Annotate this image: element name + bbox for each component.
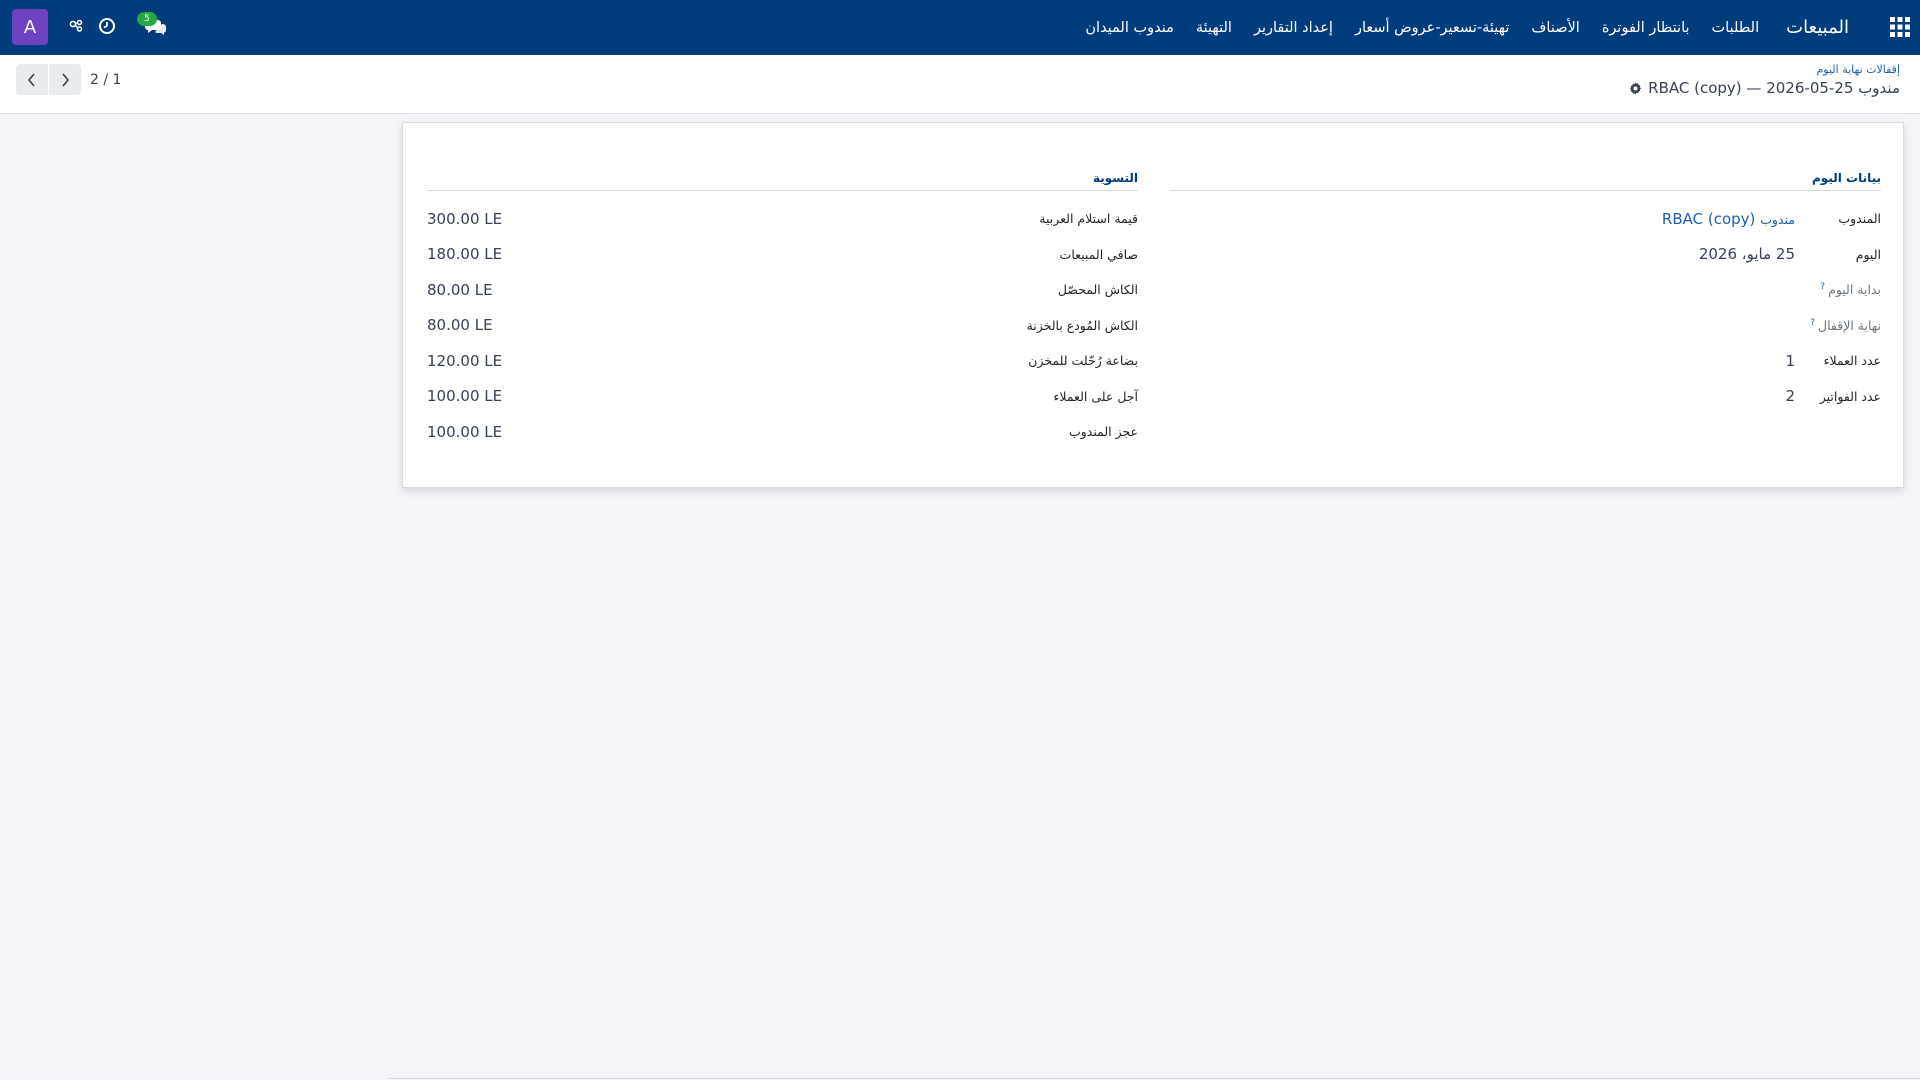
field-label: اليوم — [1855, 246, 1881, 262]
breadcrumb-parent-link[interactable]: إقفالات نهاية اليوم — [1629, 63, 1900, 76]
field-day-start: بداية اليوم? — [1170, 272, 1881, 308]
field-value: 100.00 LE — [427, 422, 503, 441]
menu-item-to-invoice[interactable]: بانتظار الفوترة — [1591, 20, 1701, 36]
breadcrumb: إقفالات نهاية اليوم مندوب 25-05-2026 — R… — [1629, 63, 1900, 97]
settlement-row: عجز المندوب 100.00 LE — [427, 414, 1138, 450]
pager-previous-button[interactable] — [16, 64, 48, 95]
field-invoices: عدد الفواتير 2 — [1170, 379, 1881, 415]
divider — [388, 1078, 1920, 1079]
chevron-right-icon — [62, 72, 70, 87]
chat-badge: 5 — [137, 12, 157, 26]
field-label: عدد الفواتير — [1819, 388, 1881, 404]
day-data-title: بيانات اليوم — [1170, 171, 1881, 191]
record-title: مندوب 25-05-2026 — RBAC (copy) — [1648, 79, 1900, 97]
day-data-group: بيانات اليوم المندوب مندوب RBAC (copy) ا… — [1170, 171, 1881, 414]
control-panel: 2 / 1 إقفالات نهاية اليوم مندوب 25-05-20… — [0, 55, 1920, 114]
menu-item-configuration[interactable]: التهيئة — [1185, 20, 1243, 36]
main-menu: المبيعات الطلبات بانتظار الفوترة الأصناف… — [1074, 0, 1862, 55]
menu-item-products[interactable]: الأصناف — [1520, 20, 1590, 36]
field-label: بداية اليوم? — [1820, 282, 1881, 298]
field-customers: عدد العملاء 1 — [1170, 343, 1881, 379]
users-icon[interactable] — [65, 15, 87, 37]
settlement-row: بضاعة رُحّلت للمخزن 120.00 LE — [427, 343, 1138, 379]
pager-value[interactable]: 2 / 1 — [90, 72, 121, 88]
menu-item-pricing-config[interactable]: تهيئة-تسعير-عروض أسعار — [1344, 20, 1520, 36]
field-close-end: نهاية الإقفال? — [1170, 308, 1881, 344]
field-day: اليوم 25 مايو، 2026 — [1170, 237, 1881, 273]
field-label: آجل على العملاء — [1053, 388, 1138, 404]
menu-brand-sales[interactable]: المبيعات — [1770, 17, 1862, 38]
field-value: 180.00 LE — [427, 245, 503, 264]
chevron-left-icon — [27, 72, 35, 87]
settlement-row: الكاش المُودع بالخزنة 80.00 LE — [427, 308, 1138, 344]
field-value: 300.00 LE — [427, 209, 503, 228]
field-label: عجز المندوب — [1068, 424, 1138, 440]
field-label: عدد العملاء — [1823, 353, 1881, 369]
field-label: المندوب — [1838, 211, 1881, 227]
menu-item-field-rep[interactable]: مندوب الميدان — [1074, 20, 1185, 36]
settlement-title: التسوية — [427, 171, 1138, 191]
rep-link[interactable]: مندوب RBAC (copy) — [1170, 210, 1795, 228]
field-rep: المندوب مندوب RBAC (copy) — [1170, 201, 1881, 237]
field-value: 80.00 LE — [427, 280, 493, 299]
menu-item-reporting[interactable]: إعداد التقارير — [1243, 20, 1344, 36]
field-label: صافي المبيعات — [1059, 246, 1138, 262]
field-value: 2 — [1785, 387, 1795, 406]
pager-next-button[interactable] — [49, 64, 81, 95]
field-value: 25 مايو، 2026 — [1698, 245, 1795, 264]
settlement-row: قيمة استلام العربية 300.00 LE — [427, 201, 1138, 237]
field-label: بضاعة رُحّلت للمخزن — [1028, 353, 1138, 369]
field-label: الكاش المُودع بالخزنة — [1026, 317, 1138, 333]
breadcrumb-current: مندوب 25-05-2026 — RBAC (copy) — [1629, 79, 1900, 97]
top-navbar: A 5 المبيعات الطلبات بانتظار الفوترة الأ… — [0, 0, 1920, 55]
help-icon[interactable]: ? — [1820, 282, 1825, 292]
clock-icon[interactable] — [96, 15, 118, 37]
settlement-group: التسوية قيمة استلام العربية 300.00 LE صا… — [427, 171, 1138, 450]
rep-prefix: مندوب — [1760, 211, 1795, 227]
menu-item-orders[interactable]: الطلبات — [1701, 20, 1771, 36]
field-label: الكاش المحصّل — [1057, 282, 1138, 298]
settlement-row: آجل على العملاء 100.00 LE — [427, 379, 1138, 415]
chat-icon[interactable]: 5 — [137, 12, 169, 37]
apps-icon[interactable] — [1890, 17, 1910, 37]
field-label: نهاية الإقفال? — [1810, 317, 1881, 333]
field-label: قيمة استلام العربية — [1039, 211, 1138, 227]
rep-name: RBAC (copy) — [1661, 209, 1756, 228]
help-icon[interactable]: ? — [1810, 318, 1815, 328]
systray: A — [12, 9, 48, 45]
field-value: 1 — [1785, 351, 1795, 370]
field-value: 80.00 LE — [427, 316, 493, 335]
field-value: 100.00 LE — [427, 387, 503, 406]
gear-icon[interactable] — [1629, 81, 1642, 95]
field-value: 120.00 LE — [427, 351, 503, 370]
pager: 2 / 1 — [16, 64, 121, 95]
form-sheet: بيانات اليوم المندوب مندوب RBAC (copy) ا… — [402, 122, 1904, 488]
settlement-row: الكاش المحصّل 80.00 LE — [427, 272, 1138, 308]
settlement-row: صافي المبيعات 180.00 LE — [427, 237, 1138, 273]
user-avatar[interactable]: A — [12, 9, 48, 45]
